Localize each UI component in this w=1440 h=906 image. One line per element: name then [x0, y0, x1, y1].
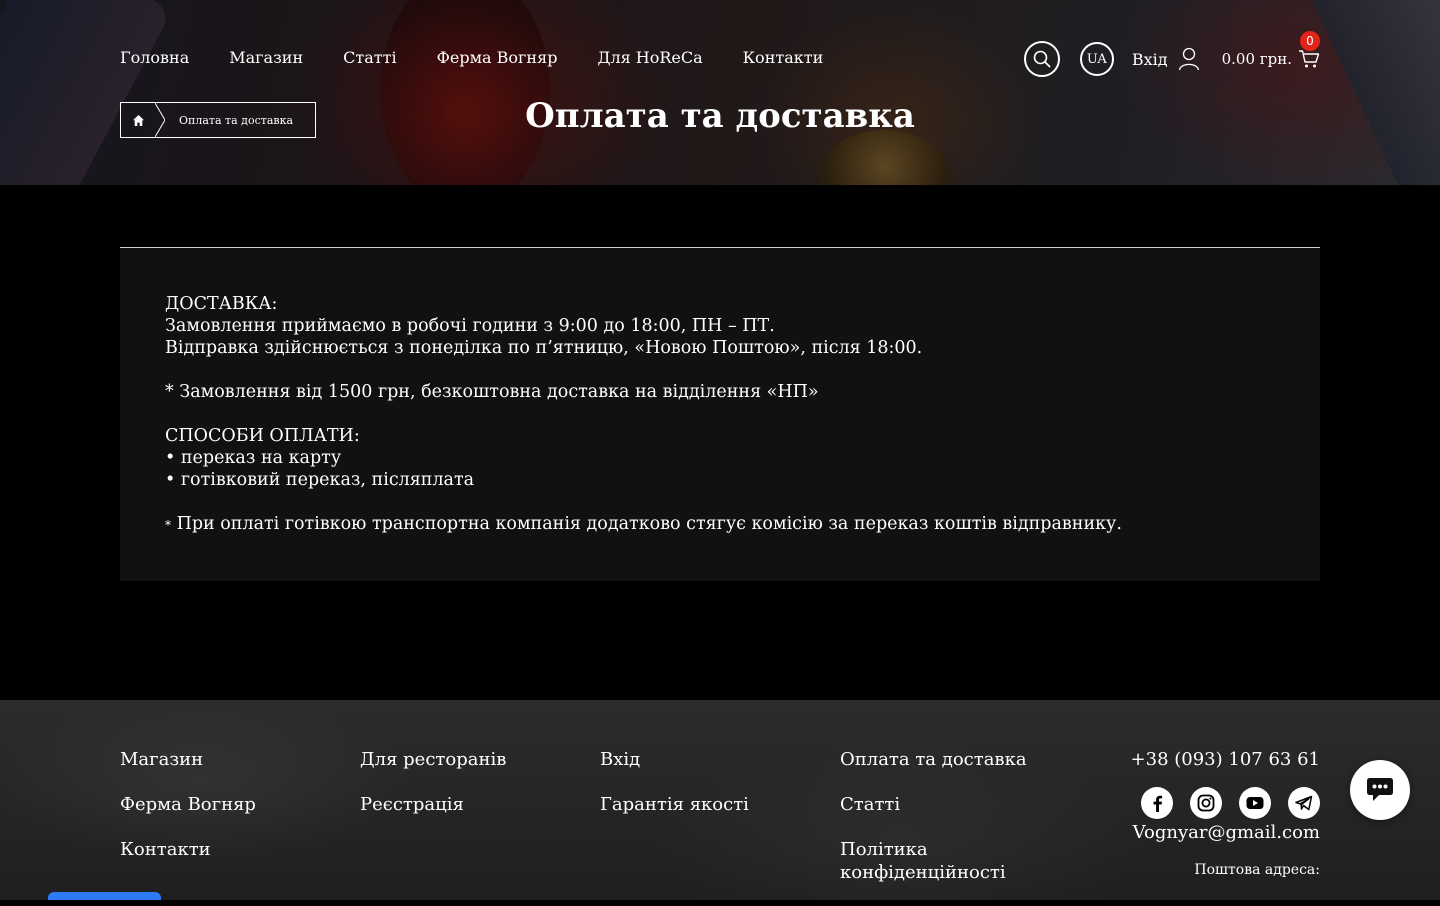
nav-item-contacts[interactable]: Контакти	[743, 46, 824, 70]
delivery-hours: Замовлення приймаємо в робочі години з 9…	[165, 316, 775, 336]
facebook-icon[interactable]	[1141, 787, 1173, 819]
footer-link-quality[interactable]: Гарантія якості	[600, 793, 749, 816]
payment-method-cash: • готівковий переказ, післяплата	[165, 470, 475, 490]
commission-note-text: При оплаті готівкою транспортна компанія…	[171, 514, 1122, 534]
chat-button[interactable]	[1350, 760, 1410, 820]
cart-icon[interactable]: 0	[1298, 31, 1320, 69]
nav-item-farm[interactable]: Ферма Вогняр	[437, 46, 558, 70]
footer-link-farm[interactable]: Ферма Вогняр	[120, 793, 256, 816]
commission-note: * При оплаті готівкою транспортна компан…	[165, 513, 1122, 536]
social-links	[1124, 787, 1320, 819]
footer-link-articles[interactable]: Статті	[840, 793, 1040, 816]
footer-col-4: Оплата та доставка Статті Політика конфі…	[840, 748, 1040, 906]
delivery-info-text: ДОСТАВКА: Замовлення приймаємо в робочі …	[165, 293, 1122, 536]
nav-item-horeca[interactable]: Для HoReCa	[597, 46, 702, 70]
feedback-tab[interactable]	[48, 892, 161, 900]
nav-item-home[interactable]: Головна	[120, 46, 189, 70]
footer-link-delivery[interactable]: Оплата та доставка	[840, 748, 1040, 771]
instagram-icon[interactable]	[1190, 787, 1222, 819]
free-delivery-note: * Замовлення від 1500 грн, безкоштовна д…	[165, 382, 819, 402]
login-link[interactable]: Вхід	[1132, 50, 1168, 69]
footer-col-3: Вхід Гарантія якості	[600, 748, 749, 838]
language-switcher[interactable]: UA	[1079, 42, 1114, 76]
footer-col-1: Магазин Ферма Вогняр Контакти	[120, 748, 256, 883]
youtube-icon[interactable]	[1239, 787, 1271, 819]
chat-icon	[1367, 778, 1393, 801]
footer-link-register[interactable]: Реєстрація	[360, 793, 506, 816]
footer-link-restaurants[interactable]: Для ресторанів	[360, 748, 506, 771]
footer-email[interactable]: Vognyar@gmail.com	[1124, 821, 1320, 844]
footer-phone[interactable]: +38 (093) 107 63 61	[1124, 748, 1320, 771]
hero-banner: Головна Магазин Статті Ферма Вогняр Для …	[0, 0, 1440, 185]
delivery-heading: ДОСТАВКА:	[165, 294, 278, 314]
cart-count-badge: 0	[1300, 31, 1320, 51]
footer-link-shop[interactable]: Магазин	[120, 748, 256, 771]
main-nav: Головна Магазин Статті Ферма Вогняр Для …	[120, 46, 863, 70]
nav-item-articles[interactable]: Статті	[343, 46, 396, 70]
page-title: Оплата та доставка	[525, 96, 915, 136]
cart-total[interactable]: 0.00 грн.	[1222, 50, 1292, 68]
footer-contacts: +38 (093) 107 63 61 Vognyar@gmail.com По…	[1124, 748, 1320, 878]
header-actions: UA Вхід 0.00 грн. 0	[1023, 31, 1320, 78]
footer-link-login[interactable]: Вхід	[600, 748, 749, 771]
user-icon[interactable]	[1178, 47, 1200, 71]
footer-postal-label: Поштова адреса:	[1194, 862, 1320, 878]
payment-method-card: • переказ на карту	[165, 448, 342, 468]
footer-link-contacts[interactable]: Контакти	[120, 838, 256, 861]
footer: Магазин Ферма Вогняр Контакти Для рестор…	[0, 700, 1440, 900]
search-button[interactable]	[1023, 41, 1060, 77]
nav-item-shop[interactable]: Магазин	[229, 46, 303, 70]
footer-link-privacy[interactable]: Політика конфіденційності	[840, 838, 1040, 884]
delivery-shipping: Відправка здійснюється з понеділка по п’…	[165, 338, 923, 358]
search-icon	[1033, 50, 1051, 68]
delivery-info-panel: ДОСТАВКА: Замовлення приймаємо в робочі …	[120, 248, 1320, 581]
telegram-icon[interactable]	[1288, 787, 1320, 819]
footer-col-2: Для ресторанів Реєстрація	[360, 748, 506, 838]
payment-heading: СПОСОБИ ОПЛАТИ:	[165, 426, 360, 446]
